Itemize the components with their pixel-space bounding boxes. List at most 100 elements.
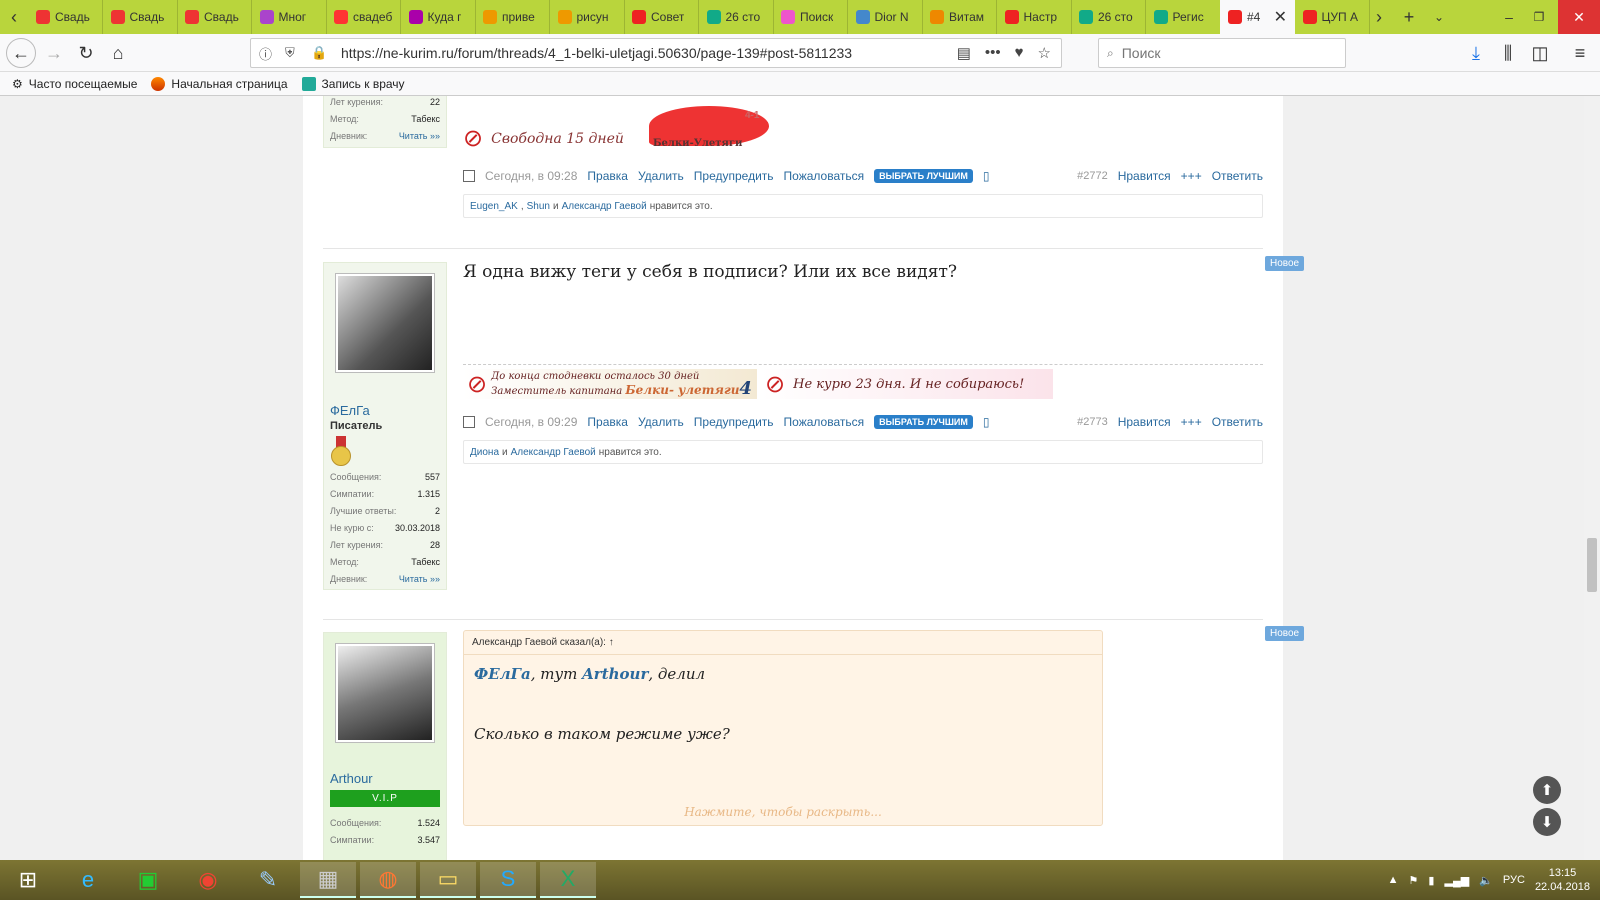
explorer-icon[interactable]: ▭ — [420, 862, 476, 898]
url-text[interactable]: https://ne-kurim.ru/forum/threads/4_1-be… — [341, 45, 852, 61]
tab-8[interactable]: Совет — [624, 0, 699, 34]
chrome-icon[interactable]: ◉ — [180, 862, 236, 898]
tab-14[interactable]: 26 сто — [1071, 0, 1146, 34]
diary-link[interactable]: Читать »» — [399, 573, 440, 585]
language-indicator[interactable]: РУС — [1503, 874, 1525, 886]
best-answer-button[interactable]: ВЫБРАТЬ ЛУЧШИМ — [874, 415, 973, 429]
close-tab-icon[interactable]: ✕ — [1274, 7, 1287, 27]
clock[interactable]: 13:15 22.04.2018 — [1535, 866, 1590, 894]
tab-4[interactable]: свадеб — [326, 0, 401, 34]
quote-header[interactable]: Александр Гаевой сказал(а): ↑ — [464, 631, 1102, 655]
delete-link[interactable]: Удалить — [638, 169, 684, 183]
like-user[interactable]: Shun — [527, 201, 550, 212]
avatar[interactable] — [335, 643, 435, 743]
lock-warning-icon[interactable]: 🔒 — [311, 45, 329, 61]
more-link[interactable]: +++ — [1181, 169, 1202, 183]
warn-link[interactable]: Предупредить — [694, 169, 774, 183]
reply-link[interactable]: Ответить — [1212, 415, 1263, 429]
library-icon[interactable]: ⫼ — [1494, 40, 1522, 66]
diary-link[interactable]: Читать »» — [399, 130, 440, 142]
paint-icon[interactable]: ✎ — [240, 862, 296, 898]
bookmark-icon[interactable]: ▯ — [983, 169, 990, 183]
firefox-icon[interactable]: ◍ — [360, 862, 416, 898]
more-link[interactable]: +++ — [1181, 415, 1202, 429]
search-input[interactable] — [1121, 45, 1322, 61]
list-tabs-icon[interactable]: ⌄ — [1425, 0, 1453, 34]
pocket-icon[interactable]: ♥ — [1015, 44, 1024, 62]
ie-icon[interactable]: e — [60, 862, 116, 898]
best-answer-button[interactable]: ВЫБРАТЬ ЛУЧШИМ — [874, 169, 973, 183]
reader-view-icon[interactable]: ▤ — [957, 44, 971, 62]
post-number[interactable]: #2772 — [1077, 170, 1108, 182]
flag-icon[interactable]: ⚑ — [1409, 874, 1419, 887]
info-icon[interactable]: ⓘ — [259, 44, 277, 63]
minimize-icon[interactable]: – — [1495, 0, 1523, 34]
tab-13[interactable]: Настр — [997, 0, 1072, 34]
tab-12[interactable]: Витам — [922, 0, 997, 34]
close-window-icon[interactable]: ✕ — [1558, 0, 1600, 34]
avatar[interactable] — [335, 273, 435, 373]
shield-icon[interactable]: ⛨ — [285, 45, 303, 61]
scroll-tabs-left-icon[interactable]: ‹ — [0, 0, 28, 34]
scroll-down-icon[interactable]: ⬇ — [1533, 808, 1561, 836]
volume-icon[interactable]: 🔈 — [1479, 874, 1493, 887]
network-icon[interactable]: ▂▄▆ — [1444, 874, 1469, 887]
tab-1[interactable]: Свадь — [103, 0, 178, 34]
edit-link[interactable]: Правка — [587, 169, 628, 183]
tab-11[interactable]: Dior N — [848, 0, 923, 34]
maximize-icon[interactable]: ❐ — [1525, 0, 1553, 34]
scrollbar[interactable] — [1584, 96, 1600, 860]
like-user[interactable]: Диона — [470, 447, 499, 458]
tab-5[interactable]: Куда г — [401, 0, 476, 34]
like-user[interactable]: Eugen_AK — [470, 201, 518, 212]
scroll-tabs-right-icon[interactable]: › — [1365, 0, 1393, 34]
store-icon[interactable]: ▣ — [120, 862, 176, 898]
mention-link[interactable]: ФЕлГа — [474, 665, 531, 683]
skype-icon[interactable]: S — [480, 862, 536, 898]
report-link[interactable]: Пожаловаться — [784, 169, 865, 183]
menu-icon[interactable]: ≡ — [1566, 40, 1594, 66]
new-tab-icon[interactable]: + — [1395, 0, 1423, 34]
calculator-icon[interactable]: ▦ — [300, 862, 356, 898]
page-actions-icon[interactable]: ••• — [985, 44, 1001, 62]
scroll-up-icon[interactable]: ⬆ — [1533, 776, 1561, 804]
bookmark-home[interactable]: Начальная страница — [151, 76, 288, 91]
battery-icon[interactable]: ▮ — [1428, 874, 1434, 887]
excel-icon[interactable]: X — [540, 862, 596, 898]
username[interactable]: ФЕлГа — [330, 403, 440, 418]
bookmark-icon[interactable]: ▯ — [983, 415, 990, 429]
warn-link[interactable]: Предупредить — [694, 415, 774, 429]
expand-quote-link[interactable]: Нажмите, чтобы раскрыть... — [464, 799, 1102, 825]
like-user[interactable]: Александр Гаевой — [511, 447, 596, 458]
delete-link[interactable]: Удалить — [638, 415, 684, 429]
home-icon[interactable]: ⌂ — [104, 40, 132, 66]
tab-6[interactable]: приве — [475, 0, 550, 34]
tab-15[interactable]: Регис — [1146, 0, 1221, 34]
tab-2[interactable]: Свадь — [177, 0, 252, 34]
select-checkbox[interactable] — [463, 416, 475, 428]
bookmark-doctor[interactable]: Запись к врачу — [301, 76, 405, 91]
like-link[interactable]: Нравится — [1118, 415, 1171, 429]
tab-16[interactable]: #4 ✕ — [1220, 0, 1295, 34]
tab-7[interactable]: рисун — [550, 0, 625, 34]
reload-icon[interactable]: ↻ — [72, 40, 100, 66]
sidebar-icon[interactable]: ◫ — [1526, 40, 1554, 66]
like-link[interactable]: Нравится — [1118, 169, 1171, 183]
search-box[interactable]: ⌕ — [1098, 38, 1346, 68]
windows-start-icon[interactable]: ⊞ — [0, 862, 56, 898]
tab-9[interactable]: 26 сто — [699, 0, 774, 34]
like-user[interactable]: Александр Гаевой — [562, 201, 647, 212]
bookmark-frequent[interactable]: ⚙ Часто посещаемые — [12, 77, 137, 91]
url-bar[interactable]: ⓘ ⛨ 🔒 https://ne-kurim.ru/forum/threads/… — [250, 38, 1062, 68]
edit-link[interactable]: Правка — [587, 415, 628, 429]
select-checkbox[interactable] — [463, 170, 475, 182]
tab-10[interactable]: Поиск — [773, 0, 848, 34]
download-icon[interactable]: ⤓ — [1462, 40, 1490, 66]
bookmark-star-icon[interactable]: ☆ — [1038, 44, 1051, 62]
report-link[interactable]: Пожаловаться — [784, 415, 865, 429]
back-icon[interactable]: ← — [6, 38, 36, 68]
reply-link[interactable]: Ответить — [1212, 169, 1263, 183]
post-number[interactable]: #2773 — [1077, 416, 1108, 428]
username[interactable]: Arthour — [330, 771, 440, 786]
tab-17[interactable]: ЦУП А — [1295, 0, 1370, 34]
